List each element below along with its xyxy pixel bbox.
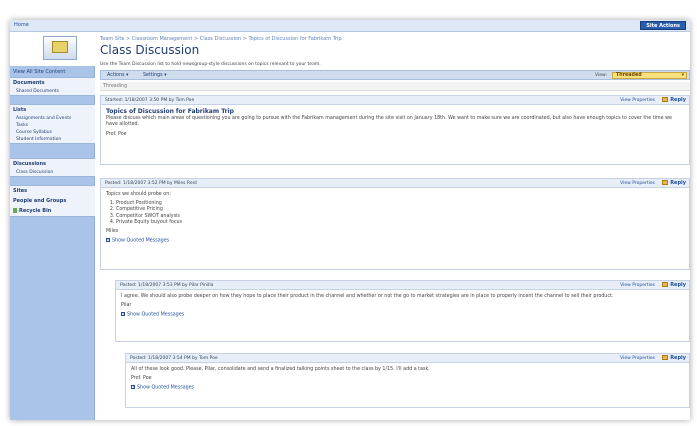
nav-item-shared-documents[interactable]: Shared Documents [10, 88, 95, 95]
posted-info: Posted: 1/18/2007 3:54 PM by Tom Poe [130, 356, 218, 361]
nav-item-assignments[interactable]: Assignments and Events [10, 115, 95, 122]
show-quoted-messages-link[interactable]: + Show Quoted Messages [106, 238, 684, 245]
nav-item-student-information[interactable]: Student Information [10, 136, 95, 143]
reply-label: Reply [670, 355, 686, 361]
nav-heading-discussions[interactable]: Discussions [10, 159, 95, 169]
message-signature: Prof. Poe [131, 376, 152, 382]
page-title: Class Discussion [100, 43, 200, 57]
home-link[interactable]: Home [14, 22, 29, 28]
expand-icon: + [131, 385, 135, 390]
nav-item-course-syllabus[interactable]: Course Syllabus [10, 129, 95, 136]
nav-item-class-discussion[interactable]: Class Discussion [10, 169, 95, 176]
recycle-bin-icon [13, 208, 17, 213]
posted-info: Started: 1/18/2007 3:50 PM by Tom Poe [105, 98, 195, 103]
threading-label: Threading [100, 82, 690, 91]
nav-lists: Lists Assignments and Events Tasks Cours… [10, 104, 95, 144]
sidebar: View All Site Content Documents Shared D… [10, 66, 95, 420]
discussion-message: Posted: 1/18/2007 3:52 PM by Miles Reid … [100, 178, 690, 270]
message-header: Posted: 1/18/2007 3:53 PM by Pilar Pinil… [116, 281, 689, 290]
nav-heading-documents[interactable]: Documents [10, 78, 95, 88]
expand-icon: + [121, 312, 125, 317]
list-toolbar: Actions ▾ Settings ▾ View: Threaded ▾ [100, 70, 690, 80]
message-header: Posted: 1/18/2007 3:52 PM by Miles Reid … [101, 179, 689, 188]
view-properties-link[interactable]: View Properties [620, 283, 655, 288]
settings-label: Settings [143, 73, 163, 78]
show-quoted-label: Show Quoted Messages [137, 385, 195, 391]
view-all-site-content-link[interactable]: View All Site Content [13, 69, 65, 75]
posted-info: Posted: 1/18/2007 3:52 PM by Miles Reid [105, 181, 197, 186]
actions-label: Actions [107, 73, 125, 78]
message-header: Posted: 1/18/2007 3:54 PM by Tom Poe Vie… [126, 354, 689, 363]
show-quoted-label: Show Quoted Messages [112, 238, 170, 244]
reply-button[interactable]: Reply [662, 180, 686, 186]
topic-list: Product Positioning Competitive Pricing … [116, 201, 684, 226]
nav-documents: Documents Shared Documents [10, 77, 95, 96]
discussion-message: Posted: 1/18/2007 3:54 PM by Tom Poe Vie… [125, 353, 690, 408]
chevron-down-icon: ▾ [681, 73, 684, 78]
show-quoted-label: Show Quoted Messages [127, 312, 185, 318]
reply-label: Reply [670, 282, 686, 288]
reply-button[interactable]: Reply [662, 355, 686, 361]
reply-button[interactable]: Reply [662, 282, 686, 288]
reply-icon [662, 355, 669, 360]
message-signature: Prof. Poe [106, 131, 127, 137]
reply-icon [662, 180, 669, 185]
view-select-value: Threaded [616, 73, 642, 78]
discussion-message: Posted: 1/18/2007 3:53 PM by Pilar Pinil… [115, 280, 690, 342]
message-subject: Topics of Discussion for Fabrikam Trip [106, 108, 234, 115]
nav-heading-sites[interactable]: Sites [10, 186, 95, 196]
nav-heading-people-groups[interactable]: People and Groups [10, 196, 95, 206]
list-item: Private Equity buyout focus [116, 220, 684, 226]
nav-item-tasks[interactable]: Tasks [10, 122, 95, 129]
message-signature: Miles [106, 229, 119, 235]
expand-icon: + [106, 238, 110, 243]
view-properties-link[interactable]: View Properties [620, 98, 655, 103]
show-quoted-messages-link[interactable]: + Show Quoted Messages [131, 385, 684, 392]
view-label: View: [595, 73, 607, 78]
reply-button[interactable]: Reply [662, 97, 686, 103]
reply-label: Reply [670, 180, 686, 186]
top-bar: Home Site Actions [10, 20, 690, 32]
message-body: All of these look good. Please, Pilar, c… [131, 367, 430, 372]
posted-info: Posted: 1/18/2007 3:53 PM by Pilar Pinil… [120, 283, 214, 288]
breadcrumb[interactable]: Team Site > Classroom Management > Class… [100, 36, 342, 42]
message-intro: Topics we should probe on: [106, 192, 171, 197]
discussion-message: Started: 1/18/2007 3:50 PM by Tom Poe Vi… [100, 95, 690, 165]
view-select[interactable]: Threaded ▾ [612, 72, 687, 79]
recycle-bin-link[interactable]: Recycle Bin [10, 206, 95, 216]
view-properties-link[interactable]: View Properties [620, 181, 655, 186]
list-description: Use the Team Discussion list to hold new… [100, 62, 321, 67]
site-actions-button[interactable]: Site Actions [640, 21, 686, 30]
show-quoted-messages-link[interactable]: + Show Quoted Messages [121, 312, 684, 319]
nav-sites: Sites People and Groups Recycle Bin [10, 185, 95, 217]
site-logo-icon [43, 36, 77, 60]
message-body: Please discuss which main areas of quest… [106, 116, 672, 128]
nav-heading-lists[interactable]: Lists [10, 105, 95, 115]
reply-icon [662, 97, 669, 102]
message-signature: Pilar [121, 303, 132, 309]
reply-icon [662, 282, 669, 287]
message-body: I agree. We should also probe deeper on … [121, 294, 614, 299]
message-header: Started: 1/18/2007 3:50 PM by Tom Poe Vi… [101, 96, 689, 105]
settings-menu[interactable]: Settings ▾ [143, 73, 167, 78]
view-properties-link[interactable]: View Properties [620, 356, 655, 361]
nav-discussions: Discussions Class Discussion [10, 158, 95, 177]
recycle-bin-label: Recycle Bin [19, 208, 52, 214]
sharepoint-window: Home Site Actions Team Site > Classroom … [10, 20, 690, 420]
actions-menu[interactable]: Actions ▾ [107, 73, 128, 78]
reply-label: Reply [670, 97, 686, 103]
